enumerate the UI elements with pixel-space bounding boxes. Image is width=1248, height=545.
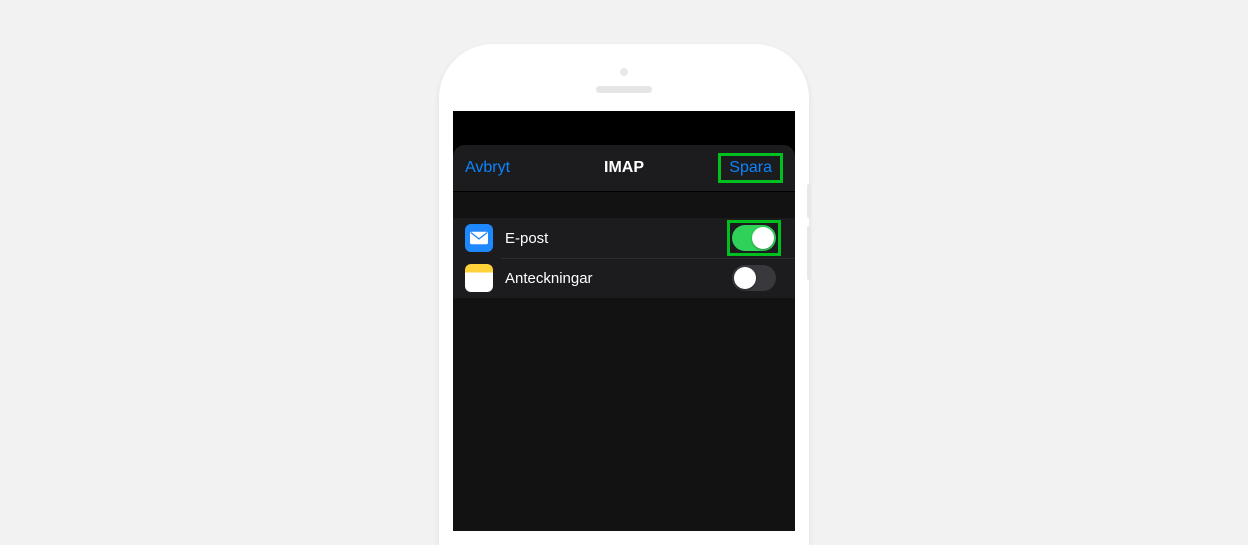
envelope-icon: [470, 231, 488, 245]
row-label: E-post: [505, 230, 727, 247]
row-label: Anteckningar: [505, 270, 727, 287]
list-row-email: E-post: [453, 218, 795, 258]
nav-bar: Avbryt IMAP Spara: [453, 145, 795, 191]
save-button[interactable]: Spara: [718, 153, 783, 183]
notes-toggle[interactable]: [732, 265, 776, 291]
toggle-knob: [752, 227, 774, 249]
mail-icon: [465, 224, 493, 252]
status-bar: [453, 111, 795, 139]
section-gap: [453, 192, 795, 218]
settings-list: E-post Anteckningar: [453, 218, 795, 298]
phone-bezel: Avbryt IMAP Spara: [453, 58, 795, 531]
modal-sheet: Avbryt IMAP Spara: [453, 145, 795, 531]
toggle-highlight: [727, 220, 781, 256]
speaker-grill: [596, 86, 652, 93]
email-toggle[interactable]: [732, 225, 776, 251]
toggle-wrapper: [727, 260, 781, 296]
notes-icon: [465, 264, 493, 292]
phone-screen: Avbryt IMAP Spara: [453, 111, 795, 531]
cancel-button[interactable]: Avbryt: [465, 159, 510, 177]
phone-frame: Avbryt IMAP Spara: [439, 44, 809, 545]
camera-dot: [620, 68, 628, 76]
phone-side-button: [807, 184, 811, 218]
nav-title: IMAP: [604, 159, 644, 177]
phone-side-button: [807, 226, 811, 280]
phone-speaker-area: [453, 68, 795, 93]
empty-area: [453, 298, 795, 531]
list-row-notes: Anteckningar: [453, 258, 795, 298]
toggle-knob: [734, 267, 756, 289]
